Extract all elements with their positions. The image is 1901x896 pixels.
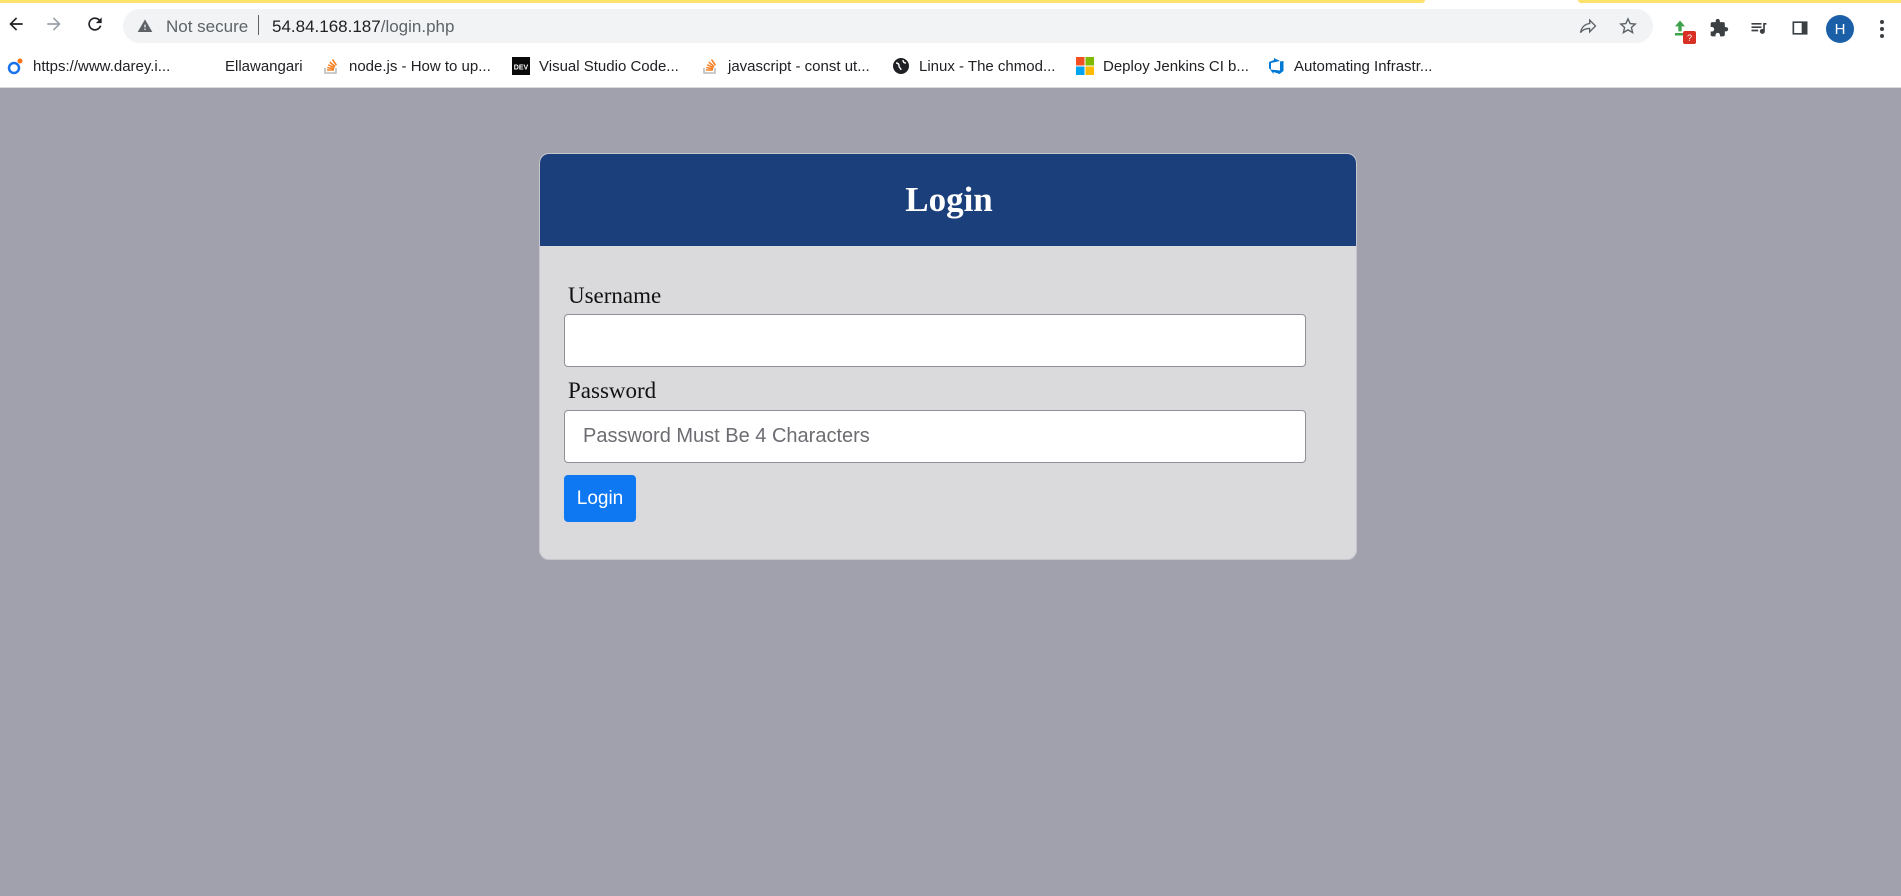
browser-toolbar: Not secure 54.84.168.187/login.php ? H [0,4,1901,46]
forward-icon[interactable] [42,12,66,36]
bookmark-label: javascript - const ut... [728,57,870,75]
login-header: Login [540,154,1356,246]
microsoft-favicon [1076,57,1094,75]
bookmark-item[interactable]: javascript - const ut... [701,56,870,76]
bookmark-label: Linux - The chmod... [919,57,1056,75]
login-card: Login Username Password Login [539,153,1357,560]
back-icon[interactable] [4,12,28,36]
extension-icon[interactable]: ? [1668,16,1696,44]
login-button[interactable]: Login [564,475,636,522]
bookmark-item[interactable]: https://www.darey.i... [6,56,170,76]
svg-text:DEV: DEV [514,65,529,72]
bookmark-item[interactable]: Deploy Jenkins CI b... [1076,56,1249,76]
stackoverflow-favicon [322,57,340,75]
stackoverflow-favicon [701,57,719,75]
bookmark-label: Ellawangari [225,57,303,75]
username-input[interactable] [564,314,1306,367]
reload-icon[interactable] [83,12,107,36]
media-queue-icon[interactable] [1747,16,1771,40]
extension-badge: ? [1683,31,1696,44]
bookmark-item[interactable]: DEV Visual Studio Code... [512,56,679,76]
darey-favicon [6,57,24,75]
security-status[interactable]: Not secure [166,17,248,37]
bookmark-label: node.js - How to up... [349,57,491,75]
password-label: Password [568,378,657,403]
bookmark-label: Deploy Jenkins CI b... [1103,57,1249,75]
bookmark-item[interactable]: node.js - How to up... [322,56,491,76]
profile-avatar[interactable]: H [1826,15,1854,43]
toolbar-divider [0,87,1901,88]
url-host: 54.84.168.187 [272,17,381,36]
bookmark-star-icon[interactable] [1618,16,1638,36]
bookmark-item[interactable]: Linux - The chmod... [892,56,1055,76]
azure-devops-favicon [1267,57,1285,75]
globe-icon [892,57,910,75]
bookmark-label: Visual Studio Code... [539,57,679,75]
bookmark-label: https://www.darey.i... [33,57,171,75]
login-title: Login [905,180,993,219]
url-path: /login.php [380,17,455,36]
puzzle-icon[interactable] [1707,16,1731,40]
bookmark-label: Automating Infrastr... [1294,57,1433,75]
bookmarks-bar: https://www.darey.i... Ellawangari node.… [0,50,1901,82]
browser-chrome: Not secure 54.84.168.187/login.php ? H h… [0,0,1901,88]
address-divider [258,15,259,35]
warning-icon[interactable] [137,18,153,34]
side-panel-icon[interactable] [1788,16,1812,40]
url-text[interactable]: 54.84.168.187/login.php [272,17,454,37]
bookmark-item[interactable]: Ellawangari [225,56,303,76]
password-input[interactable] [564,410,1306,463]
share-icon[interactable] [1578,16,1598,36]
username-label: Username [568,283,662,308]
bookmark-item[interactable]: Automating Infrastr... [1267,56,1432,76]
address-bar[interactable]: Not secure 54.84.168.187/login.php [123,9,1653,43]
more-menu-icon[interactable] [1872,18,1892,40]
loading-bar [0,0,1901,3]
dev-favicon: DEV [512,57,530,75]
